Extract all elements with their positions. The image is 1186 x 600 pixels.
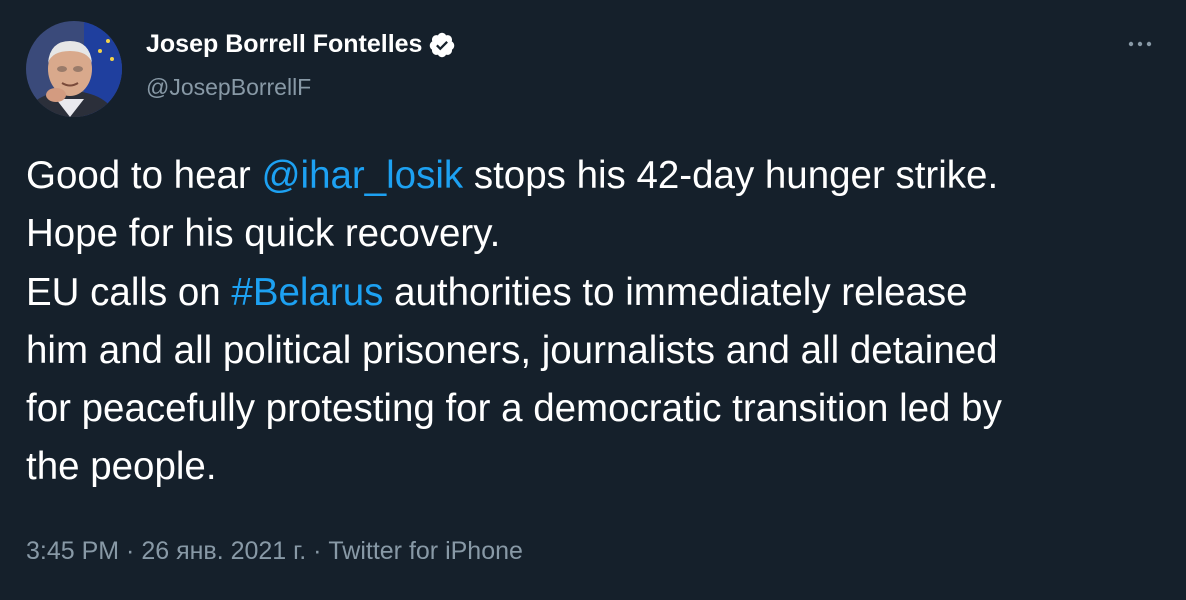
more-horizontal-icon [1128, 41, 1152, 47]
meta-separator: · [306, 537, 329, 565]
hashtag-link[interactable]: #Belarus [231, 271, 383, 314]
mention-link[interactable]: @ihar_losik [261, 154, 463, 197]
tweet-line: the people. [26, 445, 217, 489]
tweet-line: EU calls on #Belarus authorities to imme… [26, 264, 1166, 322]
verified-badge-icon [428, 31, 456, 59]
tweet-text-segment: authorities to immediately release [383, 270, 968, 314]
tweet-text-segment: Good to hear [26, 154, 262, 197]
avatar[interactable] [26, 21, 122, 117]
more-options-button[interactable] [1124, 34, 1156, 54]
meta-separator: · [119, 537, 142, 565]
tweet-meta: 3:45 PM · 26 янв. 2021 г. · Twitter for … [26, 537, 523, 566]
tweet-date[interactable]: 26 янв. 2021 г. [141, 537, 306, 565]
tweet-line: him and all political prisoners, journal… [26, 328, 998, 372]
tweet-line: Good to hear @ihar_losik stops his 42-da… [26, 147, 1166, 205]
tweet-line: for peacefully protesting for a democrat… [26, 387, 1002, 431]
author-name-row: Josep Borrell Fontelles [146, 30, 456, 59]
tweet-text-segment: stops his 42-day hunger strike. [463, 154, 999, 197]
tweet-card: Josep Borrell Fontelles @JosepBorrellF G… [0, 0, 1186, 600]
tweet-text-segment: EU calls on [26, 270, 232, 314]
tweet-time[interactable]: 3:45 PM [26, 537, 119, 565]
tweet-source-link[interactable]: Twitter for iPhone [328, 537, 523, 565]
tweet-line: Hope for his quick recovery. [26, 212, 501, 256]
author-handle[interactable]: @JosepBorrellF [146, 74, 311, 101]
tweet-text: Good to hear @ihar_losik stops his 42-da… [26, 147, 1166, 497]
author-display-name[interactable]: Josep Borrell Fontelles [146, 30, 422, 59]
